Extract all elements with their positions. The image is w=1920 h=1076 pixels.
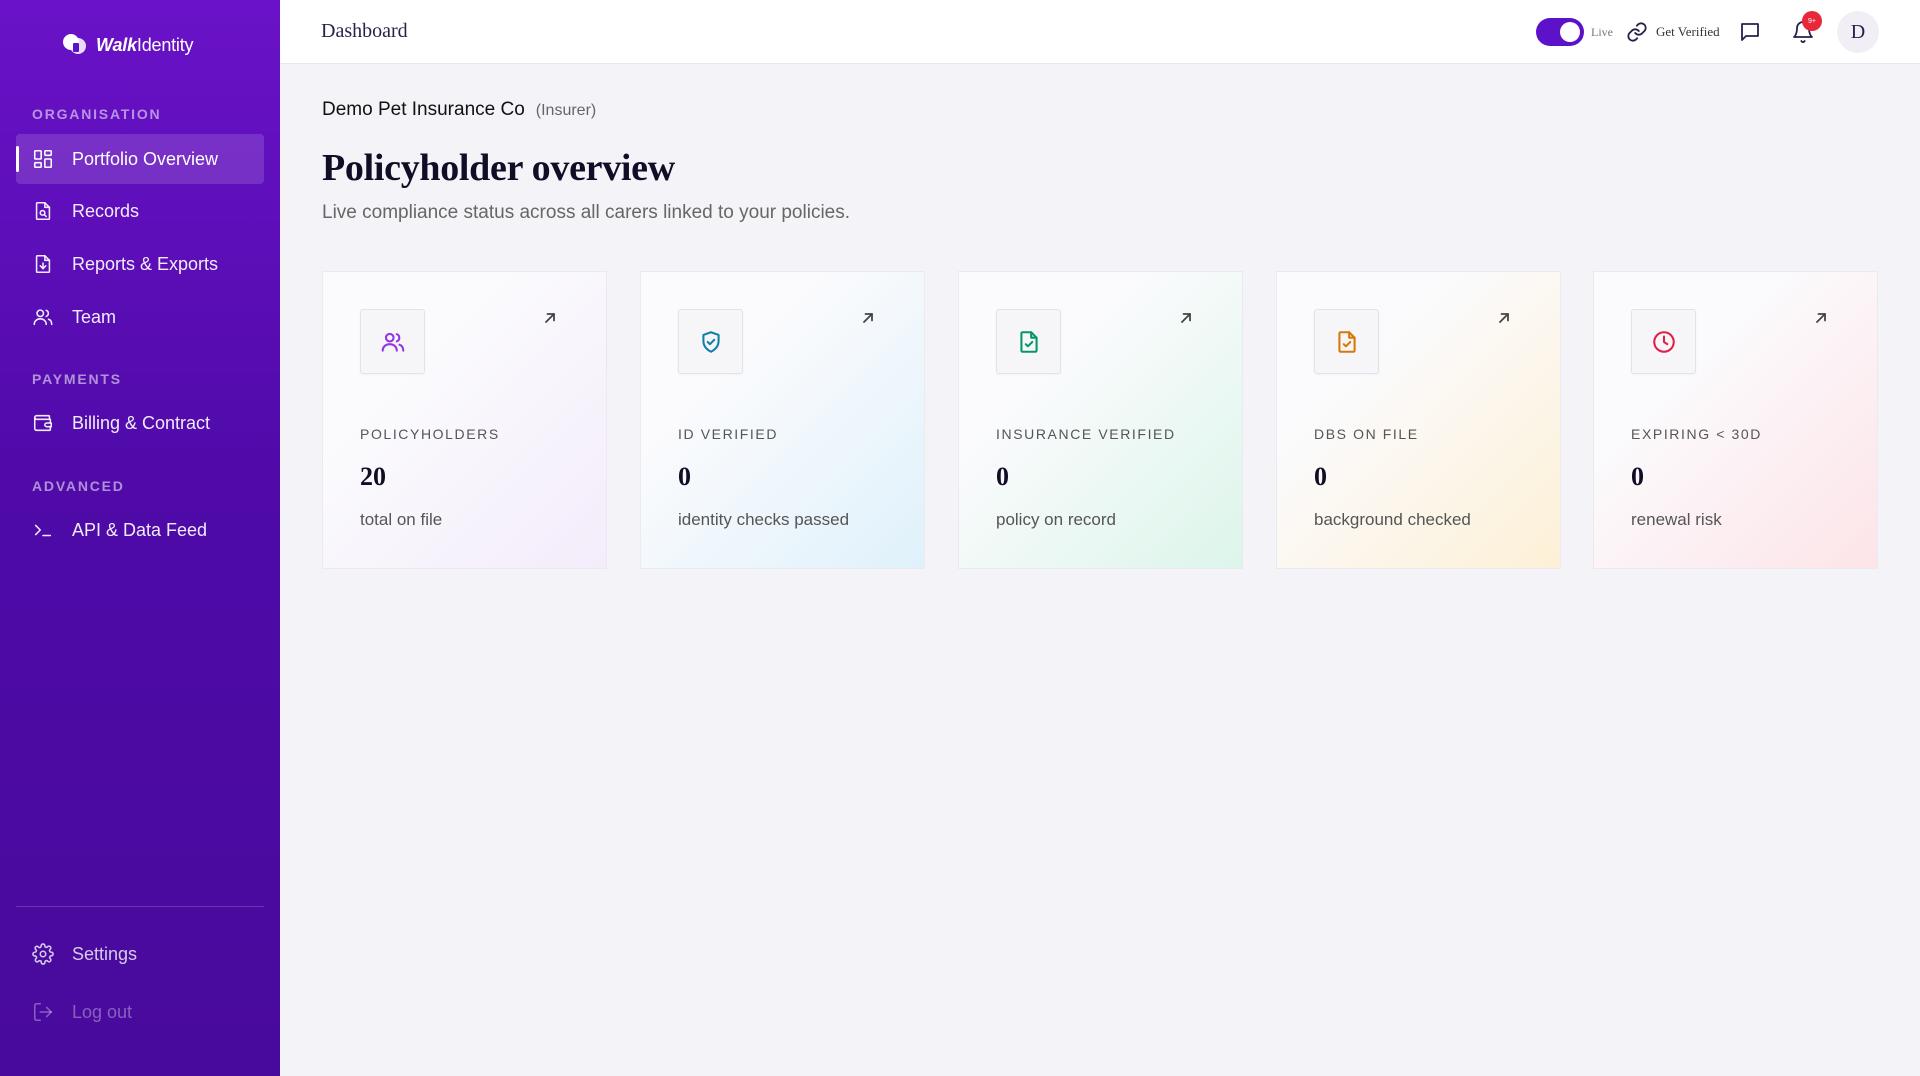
card-label: INSURANCE VERIFIED — [996, 426, 1176, 442]
open-arrow-icon[interactable] — [1496, 310, 1516, 330]
card-icon-box — [996, 309, 1061, 374]
organisation-name: Demo Pet Insurance Co — [322, 99, 525, 120]
card-value: 20 — [360, 462, 386, 491]
sidebar-item-logout[interactable]: Log out — [16, 987, 264, 1037]
sidebar-item-label: API & Data Feed — [72, 519, 208, 540]
card-icon-box — [1631, 309, 1696, 374]
card-description: background checked — [1314, 510, 1471, 529]
card-value: 0 — [1631, 462, 1644, 491]
open-arrow-icon[interactable] — [1178, 310, 1198, 330]
clock-icon — [1652, 330, 1675, 353]
brand-name: WalkIdentity — [96, 34, 194, 55]
chat-icon — [1741, 23, 1759, 41]
shield-check-icon — [701, 330, 720, 353]
sidebar-item-billing-contract[interactable]: Billing & Contract — [16, 398, 264, 448]
logout-icon — [33, 1002, 53, 1022]
sidebar-divider — [16, 906, 264, 907]
users-icon — [33, 309, 53, 326]
grid-icon — [33, 149, 53, 169]
card-label: DBS ON FILE — [1314, 426, 1419, 442]
document-check-icon — [1019, 330, 1038, 353]
card-label: POLICYHOLDERS — [360, 426, 500, 442]
card-icon-box — [360, 309, 425, 374]
avatar[interactable]: D — [1837, 11, 1879, 53]
document-download-icon — [35, 254, 51, 274]
section-organisation: ORGANISATION — [32, 106, 162, 122]
organisation-type: (Insurer) — [535, 102, 597, 119]
messages-button[interactable] — [1738, 20, 1762, 44]
card-description: total on file — [360, 510, 443, 529]
organisation-line: Demo Pet Insurance Co (Insurer) — [322, 99, 596, 121]
sidebar-item-label: Billing & Contract — [72, 412, 211, 433]
card-label: EXPIRING < 30D — [1631, 426, 1762, 442]
document-check-icon — [1337, 330, 1356, 353]
card-icon-box — [678, 309, 743, 374]
sidebar-item-api-data-feed[interactable]: API & Data Feed — [16, 505, 264, 555]
stat-card-id-verified[interactable]: ID VERIFIED 0 identity checks passed — [640, 271, 925, 569]
stat-card-dbs-on-file[interactable]: DBS ON FILE 0 background checked — [1276, 271, 1561, 569]
card-description: policy on record — [996, 510, 1117, 529]
page-breadcrumb: Dashboard — [321, 20, 408, 42]
sidebar-item-reports-exports[interactable]: Reports & Exports — [16, 239, 264, 289]
sidebar-item-label: Team — [72, 306, 117, 327]
sidebar-item-label: Portfolio Overview — [72, 148, 219, 169]
sidebar-item-label: Log out — [72, 1001, 133, 1022]
stat-card-expiring[interactable]: EXPIRING < 30D 0 renewal risk — [1593, 271, 1878, 569]
get-verified-label: Get Verified — [1656, 24, 1720, 39]
logo-mark-icon — [63, 34, 86, 54]
card-value: 0 — [1314, 462, 1327, 491]
card-icon-box — [1314, 309, 1379, 374]
gear-icon — [32, 943, 54, 965]
get-verified-link[interactable]: Get Verified — [1626, 21, 1720, 43]
notification-badge: 9+ — [1802, 11, 1822, 31]
link-icon — [1627, 22, 1647, 42]
brand-logo[interactable]: WalkIdentity — [60, 30, 194, 60]
sidebar: WalkIdentity ORGANISATION Portfolio Over… — [0, 0, 280, 1076]
page-subtitle: Live compliance status across all carers… — [322, 202, 851, 223]
section-payments: PAYMENTS — [32, 371, 122, 387]
stat-card-insurance-verified[interactable]: INSURANCE VERIFIED 0 policy on record — [958, 271, 1243, 569]
open-arrow-icon[interactable] — [542, 310, 562, 330]
section-advanced: ADVANCED — [32, 478, 125, 494]
sidebar-item-settings[interactable]: Settings — [16, 929, 264, 979]
sidebar-item-label: Settings — [72, 943, 138, 964]
wallet-icon — [33, 414, 53, 432]
open-arrow-icon[interactable] — [860, 310, 880, 330]
page-title: Policyholder overview — [322, 147, 675, 189]
sidebar-item-records[interactable]: Records — [16, 186, 264, 236]
terminal-icon — [34, 524, 52, 537]
open-arrow-icon[interactable] — [1813, 310, 1833, 330]
stat-card-policyholders[interactable]: POLICYHOLDERS 20 total on file — [322, 271, 607, 569]
card-label: ID VERIFIED — [678, 426, 779, 442]
sidebar-item-label: Reports & Exports — [72, 253, 219, 274]
sidebar-item-label: Records — [72, 200, 140, 221]
card-value: 0 — [678, 462, 691, 491]
document-search-icon — [35, 201, 51, 221]
users-icon — [381, 332, 404, 352]
live-label: Live — [1591, 25, 1613, 39]
card-description: renewal risk — [1631, 510, 1722, 529]
live-toggle[interactable] — [1536, 18, 1584, 46]
sidebar-item-team[interactable]: Team — [16, 292, 264, 342]
card-description: identity checks passed — [678, 510, 850, 529]
sidebar-item-portfolio-overview[interactable]: Portfolio Overview — [16, 134, 264, 184]
top-bar: Dashboard Live Get Verified 9+ D — [280, 0, 1920, 64]
card-value: 0 — [996, 462, 1009, 491]
